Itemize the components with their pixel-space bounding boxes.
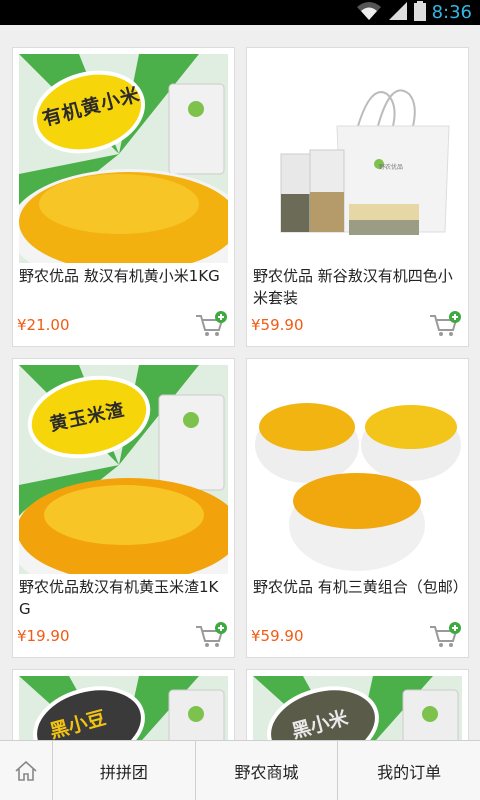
- product-card[interactable]: 黑小米: [246, 669, 469, 740]
- add-to-cart-button[interactable]: [194, 621, 228, 649]
- home-icon: [15, 760, 37, 781]
- product-card[interactable]: 有机黄小米 野农优品 敖汉有机黄小米1KG ¥21.00: [12, 47, 235, 347]
- product-image-gift-set[interactable]: 野农优品: [253, 54, 462, 263]
- signal-icon: [388, 1, 408, 25]
- product-grid[interactable]: 有机黄小米 野农优品 敖汉有机黄小米1KG ¥21.00 野农优品 野农优品 新…: [0, 25, 480, 740]
- product-price: ¥19.90: [17, 627, 70, 645]
- add-to-cart-button[interactable]: [428, 310, 462, 338]
- product-price: ¥21.00: [17, 316, 70, 334]
- product-name[interactable]: 野农优品 有机三黄组合（包邮）: [253, 576, 468, 598]
- nav-item-my-orders[interactable]: 我的订单: [338, 741, 480, 800]
- product-image-three-bowls[interactable]: [253, 365, 462, 574]
- battery-icon: [413, 0, 426, 25]
- product-name[interactable]: 野农优品敖汉有机黄玉米渣1KG: [19, 576, 229, 620]
- nav-item-group-buy[interactable]: 拼拼团: [53, 741, 196, 800]
- product-card[interactable]: 黄玉米渣 野农优品敖汉有机黄玉米渣1KG ¥19.90: [12, 358, 235, 658]
- product-image-black-millet[interactable]: 黑小米: [253, 676, 462, 740]
- cart-add-icon: [196, 311, 227, 336]
- wifi-icon: [356, 1, 382, 25]
- product-card[interactable]: 黑小豆: [12, 669, 235, 740]
- product-image-corn-grits[interactable]: 黄玉米渣: [19, 365, 228, 574]
- cart-add-icon: [430, 311, 461, 336]
- status-icons: 8:36: [356, 0, 472, 25]
- product-image-label: 野农优品: [379, 164, 404, 171]
- cart-add-icon: [430, 622, 461, 647]
- product-price: ¥59.90: [251, 627, 304, 645]
- add-to-cart-button[interactable]: [428, 621, 462, 649]
- nav-item-shop[interactable]: 野农商城: [196, 741, 339, 800]
- product-image-millet-yellow[interactable]: 有机黄小米: [19, 54, 228, 263]
- bottom-nav: 拼拼团 野农商城 我的订单: [0, 740, 480, 800]
- add-to-cart-button[interactable]: [194, 310, 228, 338]
- product-price: ¥59.90: [251, 316, 304, 334]
- status-time: 8:36: [431, 2, 472, 23]
- cart-add-icon: [196, 622, 227, 647]
- nav-home-button[interactable]: [0, 741, 53, 800]
- product-card[interactable]: 野农优品 有机三黄组合（包邮） ¥59.90: [246, 358, 469, 658]
- status-bar: 8:36: [0, 0, 480, 25]
- product-name[interactable]: 野农优品 敖汉有机黄小米1KG: [19, 265, 229, 287]
- product-name[interactable]: 野农优品 新谷敖汉有机四色小米套装: [253, 265, 463, 309]
- product-image-black-bean[interactable]: 黑小豆: [19, 676, 228, 740]
- product-card[interactable]: 野农优品 野农优品 新谷敖汉有机四色小米套装 ¥59.90: [246, 47, 469, 347]
